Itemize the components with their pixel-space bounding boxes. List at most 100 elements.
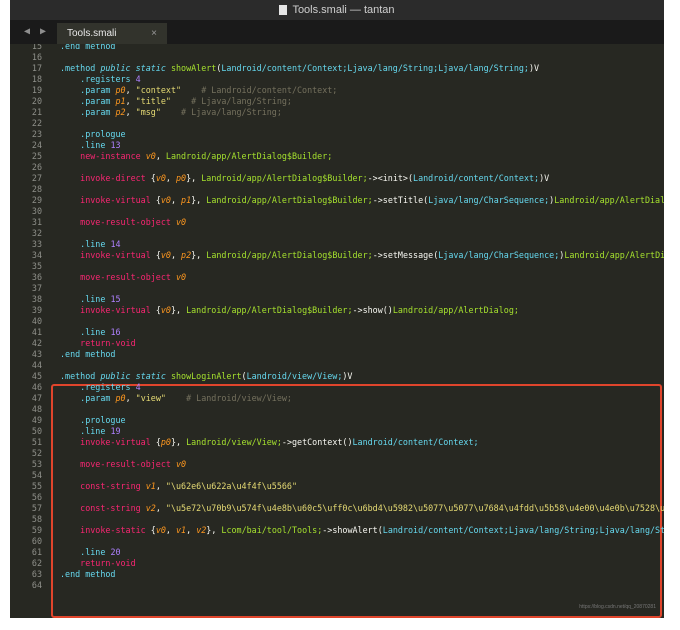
code-line[interactable]: 64 bbox=[10, 580, 664, 591]
code-text: invoke-static {v0, v1, v2}, Lcom/bai/too… bbox=[60, 525, 664, 536]
code-token: v0 bbox=[160, 250, 171, 260]
code-line[interactable]: 46 .registers 4 bbox=[10, 382, 664, 393]
line-number: 42 bbox=[31, 338, 42, 348]
code-token: .line bbox=[80, 239, 111, 249]
code-line[interactable]: 59 invoke-static {v0, v1, v2}, Lcom/bai/… bbox=[10, 525, 664, 536]
code-line[interactable]: 29 invoke-virtual {v0, p1}, Landroid/app… bbox=[10, 195, 664, 206]
code-token: .method bbox=[60, 63, 101, 73]
code-line[interactable]: 32 bbox=[10, 228, 664, 239]
code-line[interactable]: 19 .param p0, "context" # Landroid/conte… bbox=[10, 85, 664, 96]
code-token: Landroid/content/Context;Ljava/lang/Stri… bbox=[382, 525, 664, 535]
code-line[interactable]: 16 bbox=[10, 52, 664, 63]
code-line[interactable]: 56 bbox=[10, 492, 664, 503]
code-line[interactable]: 39 invoke-virtual {v0}, Landroid/app/Ale… bbox=[10, 305, 664, 316]
code-token: return-void bbox=[80, 558, 136, 568]
code-line[interactable]: 52 bbox=[10, 448, 664, 459]
tab-close-icon[interactable]: × bbox=[151, 28, 157, 39]
code-text: new-instance v0, Landroid/app/AlertDialo… bbox=[60, 151, 332, 162]
code-token: 15 bbox=[110, 294, 121, 304]
line-number: 53 bbox=[31, 459, 42, 469]
code-line[interactable]: 48 bbox=[10, 404, 664, 415]
code-line[interactable]: 40 bbox=[10, 316, 664, 327]
code-line[interactable]: 36 move-result-object v0 bbox=[10, 272, 664, 283]
code-line[interactable]: 51 invoke-virtual {p0}, Landroid/view/Vi… bbox=[10, 437, 664, 448]
code-line[interactable]: 43 .end method bbox=[10, 349, 664, 360]
code-token: .param bbox=[80, 85, 116, 95]
code-token: }, bbox=[191, 195, 207, 205]
tab-tools-smali[interactable]: Tools.smali × bbox=[57, 23, 167, 44]
code-line[interactable]: 21 .param p2, "msg" # Ljava/lang/String; bbox=[10, 107, 664, 118]
code-token: invoke-static bbox=[80, 525, 151, 535]
code-token: invoke-virtual bbox=[80, 250, 156, 260]
code-text: const-string v1, "\u62e6\u622a\u4f4f\u55… bbox=[60, 481, 297, 492]
code-token: showAlert bbox=[170, 63, 217, 73]
code-token: )V bbox=[528, 63, 540, 73]
line-number: 52 bbox=[31, 448, 42, 458]
line-number: 35 bbox=[31, 261, 42, 271]
code-line[interactable]: 23 .prologue bbox=[10, 129, 664, 140]
code-token: v2 bbox=[196, 525, 207, 535]
code-token: )V bbox=[539, 173, 550, 183]
code-line[interactable]: 20 .param p1, "title" # Ljava/lang/Strin… bbox=[10, 96, 664, 107]
code-line[interactable]: 63 .end method bbox=[10, 569, 664, 580]
code-line[interactable]: 26 bbox=[10, 162, 664, 173]
tab-nav-arrows-icon[interactable]: ◀ ▶ bbox=[24, 26, 48, 37]
code-line[interactable]: 33 .line 14 bbox=[10, 239, 664, 250]
code-line[interactable]: 55 const-string v1, "\u62e6\u622a\u4f4f\… bbox=[10, 481, 664, 492]
code-line[interactable]: 15 .end method bbox=[10, 44, 664, 52]
code-line[interactable]: 49 .prologue bbox=[10, 415, 664, 426]
line-number: 40 bbox=[31, 316, 42, 326]
code-line[interactable]: 22 bbox=[10, 118, 664, 129]
code-text: .line 16 bbox=[60, 327, 120, 338]
line-number: 34 bbox=[31, 250, 42, 260]
code-line[interactable]: 31 move-result-object v0 bbox=[10, 217, 664, 228]
code-line[interactable]: 60 bbox=[10, 536, 664, 547]
code-text: return-void bbox=[60, 558, 136, 569]
code-line[interactable]: 35 bbox=[10, 261, 664, 272]
code-text: move-result-object v0 bbox=[60, 217, 186, 228]
code-line[interactable]: 47 .param p0, "view" # Landroid/view/Vie… bbox=[10, 393, 664, 404]
code-line[interactable]: 50 .line 19 bbox=[10, 426, 664, 437]
line-number: 21 bbox=[31, 107, 42, 117]
code-line[interactable]: 42 return-void bbox=[10, 338, 664, 349]
code-line[interactable]: 30 bbox=[10, 206, 664, 217]
code-line[interactable]: 61 .line 20 bbox=[10, 547, 664, 558]
code-text: .line 14 bbox=[60, 239, 120, 250]
code-token: , bbox=[155, 151, 166, 161]
code-line[interactable]: 37 bbox=[10, 283, 664, 294]
code-token: Landroid/content/Context; bbox=[352, 437, 479, 447]
code-line[interactable]: 38 .line 15 bbox=[10, 294, 664, 305]
code-line[interactable]: 44 bbox=[10, 360, 664, 371]
code-line[interactable]: 18 .registers 4 bbox=[10, 74, 664, 85]
line-number: 45 bbox=[31, 371, 42, 381]
code-line[interactable]: 57 const-string v2, "\u5e72\u70b9\u574f\… bbox=[10, 503, 664, 514]
code-text: invoke-virtual {v0}, Landroid/app/AlertD… bbox=[60, 305, 519, 316]
code-line[interactable]: 53 move-result-object v0 bbox=[10, 459, 664, 470]
code-line[interactable]: 24 .line 13 bbox=[10, 140, 664, 151]
code-token: v0 bbox=[175, 459, 187, 469]
code-line[interactable]: 17 .method public static showAlert(Landro… bbox=[10, 63, 664, 74]
code-line[interactable]: 54 bbox=[10, 470, 664, 481]
code-line[interactable]: 25 new-instance v0, Landroid/app/AlertDi… bbox=[10, 151, 664, 162]
code-token: Lcom/bai/tool/Tools; bbox=[221, 525, 323, 535]
code-token: v0 bbox=[160, 195, 171, 205]
line-number: 59 bbox=[31, 525, 42, 535]
code-editor[interactable]: https://blog.csdn.net/qq_20870281 15 .end… bbox=[10, 44, 664, 618]
code-line[interactable]: 45 .method public static showLoginAlert(L… bbox=[10, 371, 664, 382]
code-token: move-result-object bbox=[80, 272, 176, 282]
code-line[interactable]: 41 .line 16 bbox=[10, 327, 664, 338]
code-token: .end method bbox=[60, 349, 116, 359]
code-line[interactable]: 34 invoke-virtual {v0, p2}, Landroid/app… bbox=[10, 250, 664, 261]
code-token: v0 bbox=[155, 525, 166, 535]
code-line[interactable]: 62 return-void bbox=[10, 558, 664, 569]
code-token: v1 bbox=[176, 525, 187, 535]
code-token: Landroid/app/AlertDialog$Builder; bbox=[201, 173, 368, 183]
code-line[interactable]: 28 bbox=[10, 184, 664, 195]
code-text: .prologue bbox=[60, 415, 125, 426]
code-line[interactable]: 58 bbox=[10, 514, 664, 525]
code-token: invoke-virtual bbox=[80, 437, 156, 447]
code-line[interactable]: 27 invoke-direct {v0, p0}, Landroid/app/… bbox=[10, 173, 664, 184]
